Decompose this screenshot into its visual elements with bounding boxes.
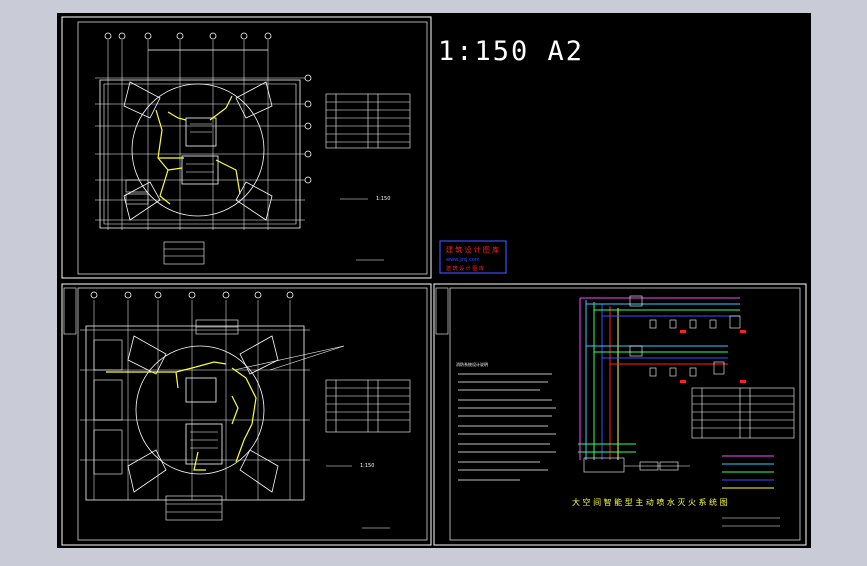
stamp-line3: 建 筑 设 计 图 库 — [446, 265, 484, 272]
scale-paper-title: 1:150 A2 — [438, 36, 584, 67]
stamp-line1: 建 筑 设 计 图 库 — [446, 245, 499, 254]
cad-drawing[interactable]: 1:150 1:150 A2 建 筑 设 计 图 库 www.jzsj.com … — [0, 0, 867, 562]
stamp-line2: www.jzsj.com — [446, 257, 480, 263]
plan-top-scale: 1:150 — [376, 196, 390, 202]
cad-viewport[interactable]: 1:150 1:150 A2 建 筑 设 计 图 库 www.jzsj.com … — [0, 0, 867, 562]
system-diagram-title: 大 空 间 智 能 型 主 动 喷 水 灭 火 系 统 图 — [572, 497, 728, 507]
notes-title: 消防系统设计说明 — [456, 361, 488, 367]
plan-bottom-scale: 1:150 — [360, 463, 374, 469]
